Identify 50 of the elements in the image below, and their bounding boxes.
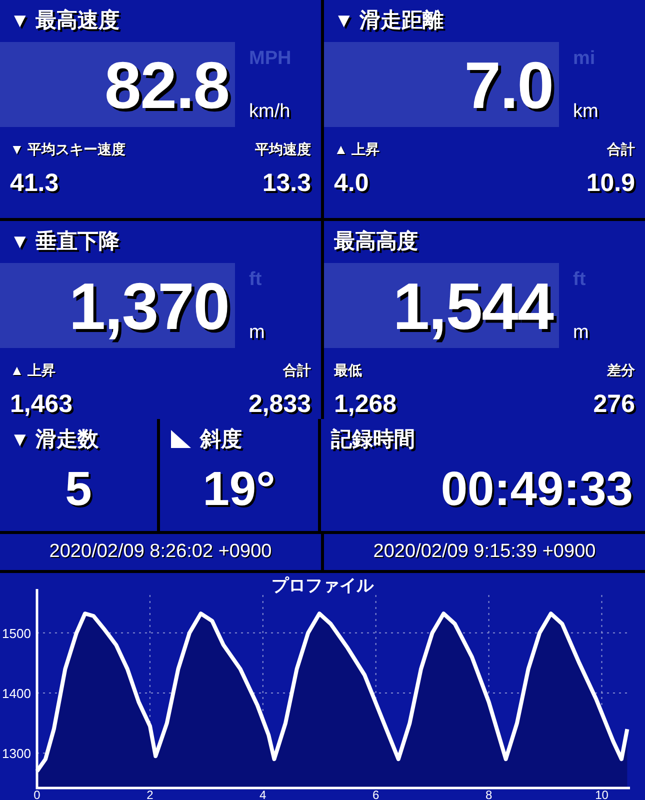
panel-title: 最高高度 (334, 228, 418, 255)
stat-value: 1,463 (10, 390, 73, 419)
value-display: 7.0 (324, 42, 559, 127)
panel-title: 記録時間 (331, 427, 415, 453)
value-display: 1,370 (0, 263, 235, 348)
slope-icon (170, 429, 192, 449)
stat-value: 41.3 (10, 169, 59, 198)
stat-label: 差分 (607, 362, 635, 380)
stat-panel[interactable]: ▼ 滑走数 5 (0, 419, 157, 531)
chart-title: プロファイル (272, 576, 374, 595)
x-tick-label: 0 (34, 788, 40, 800)
y-tick-label: 1400 (2, 686, 31, 701)
stat-panel[interactable]: 記録時間 00:49:33 (321, 419, 645, 531)
unit-label[interactable]: km/h (249, 101, 292, 123)
unit-label[interactable]: km (573, 101, 598, 123)
x-tick-label: 4 (260, 788, 266, 800)
stat-value: 2,833 (248, 390, 311, 419)
value-display: 1,544 (324, 263, 559, 348)
stat-value: 1,268 (334, 390, 397, 419)
stat-label: 合計 (283, 362, 311, 380)
x-tick-label: 10 (595, 788, 608, 800)
stat-value: 4.0 (334, 169, 369, 198)
y-tick-label: 1500 (2, 626, 31, 641)
x-tick-label: 6 (372, 788, 380, 800)
unit-label[interactable]: m (249, 322, 265, 344)
y-tick-label: 1300 (2, 746, 31, 762)
stat-label: ▲ 上昇 (334, 141, 380, 159)
stat-label: ▲ 上昇 (10, 362, 56, 380)
stat-label: 平均速度 (255, 141, 311, 159)
timestamp: 2020/02/09 9:15:39 +0900 (324, 534, 645, 570)
value-display: 82.8 (0, 42, 235, 127)
stat-label: 最低 (334, 362, 362, 380)
panel-title: 斜度 (200, 426, 242, 453)
stat-value: 5 (65, 462, 92, 516)
timestamp: 2020/02/09 8:26:02 +0900 (0, 534, 321, 570)
stat-label: ▼ 平均スキー速度 (10, 141, 126, 159)
stat-value: 276 (593, 390, 635, 419)
stat-value: 19° (202, 462, 276, 516)
stat-value: 00:49:33 (440, 462, 633, 516)
panel-title: ▼ 最高速度 (10, 8, 120, 34)
panel-title: ▼ 滑走数 (10, 427, 98, 453)
stat-label: 合計 (607, 141, 635, 159)
stat-value: 13.3 (262, 169, 311, 198)
stat-value: 10.9 (586, 169, 635, 198)
panel-title: ▼ 垂直下降 (10, 229, 120, 255)
x-tick-label: 2 (146, 788, 154, 800)
panel-title: ▼ 滑走距離 (334, 8, 444, 34)
x-tick-label: 8 (485, 788, 492, 800)
unit-label[interactable]: m (573, 322, 589, 344)
stat-panel[interactable]: 斜度 19° (160, 419, 318, 531)
